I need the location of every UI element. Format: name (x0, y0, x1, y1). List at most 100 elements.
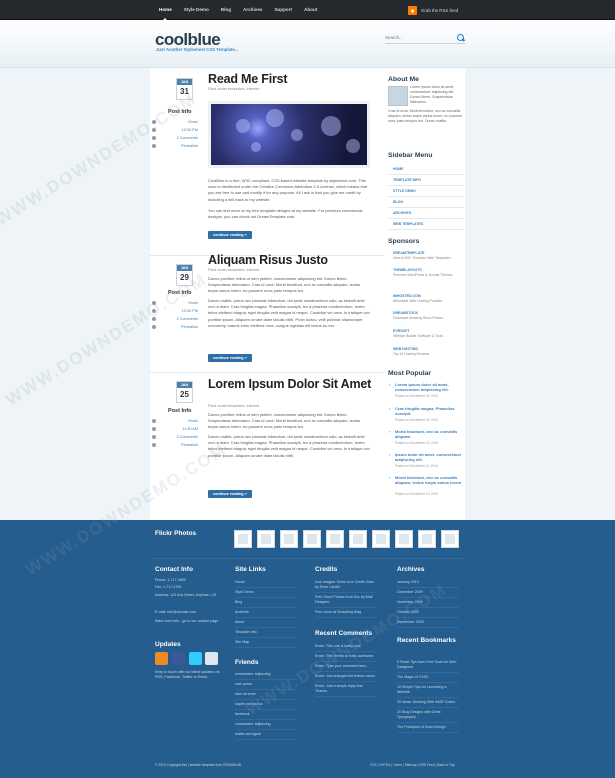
search-icon[interactable] (457, 33, 465, 42)
post-info-title: Post Info (168, 408, 192, 414)
user-icon (152, 419, 156, 423)
continue-reading-button[interactable]: continue reading » (208, 354, 252, 362)
sidebar-menu-item[interactable]: STYLE DEMO (388, 186, 464, 197)
flickr-thumbnail[interactable] (280, 530, 298, 548)
popular-post-date: Posted on December 22, 2010 (395, 394, 439, 398)
popular-post-link[interactable]: Morbi tincidunt, orci ac convallis aliqu… (388, 475, 464, 485)
comment-item[interactable]: Erwin: Just a simple reply test. Thanks. (315, 682, 377, 697)
contact-more[interactable]: Want more info - go to our contact page (155, 619, 220, 624)
post-permalink[interactable]: Permalink (152, 144, 198, 148)
post-author[interactable]: Erwin (152, 419, 198, 423)
friend-link[interactable]: nam sit amet (235, 690, 297, 700)
credit-item[interactable]: Free Icons at Smashing Mag (315, 608, 377, 618)
sidebar-menu-item[interactable]: TEMPLATE INFO (388, 175, 464, 186)
post-permalink[interactable]: Permalink (152, 443, 198, 447)
comment-item[interactable]: Erwin: Just changed the theme colors. (315, 672, 377, 682)
flickr-thumbnail[interactable] (372, 530, 390, 548)
post-comments[interactable]: 2 Comments (152, 136, 198, 140)
email-icon[interactable] (205, 652, 218, 665)
rss-link[interactable]: ◉ Grab the RSS feed (408, 6, 458, 15)
nav-support[interactable]: Support (268, 0, 298, 20)
post-author[interactable]: Erwin (152, 120, 198, 124)
archive-link[interactable]: November 2009 (397, 598, 459, 608)
copyright: © 2010 Copyright Info | website template… (155, 763, 242, 767)
bookmark-link[interactable]: 10 Simple Tips for Launching a Website (397, 683, 459, 698)
continue-reading-button[interactable]: continue reading » (208, 231, 252, 239)
footer-link[interactable]: Home (235, 578, 297, 588)
footer-link[interactable]: Blog (235, 598, 297, 608)
nav-archives[interactable]: Archives (237, 0, 268, 20)
friend-link[interactable]: facebook (235, 710, 297, 720)
rss-icon[interactable] (155, 652, 168, 665)
footer-link[interactable]: Style Demo (235, 588, 297, 598)
comment-item[interactable]: Erwin: Type your comment here... (315, 662, 377, 672)
nav-home[interactable]: Home (153, 0, 178, 21)
sponsor-link[interactable]: WEB HOSTING (393, 347, 418, 351)
flickr-thumbnail[interactable] (418, 530, 436, 548)
photo-placeholder (330, 534, 340, 544)
flickr-thumbnail[interactable] (257, 530, 275, 548)
friend-link[interactable]: nam purus (235, 680, 297, 690)
facebook-icon[interactable] (172, 652, 185, 665)
bookmark-link[interactable]: 5 Reset Tips from Free Tools for Web Des… (397, 658, 459, 673)
archive-link[interactable]: January 2010 (397, 578, 459, 588)
post-permalink[interactable]: Permalink (152, 325, 198, 329)
sponsor-link[interactable]: EVRSOFT (393, 329, 410, 333)
friend-link[interactable]: consectetur adipiscing (235, 670, 297, 680)
contact-title: Contact Info (155, 566, 193, 573)
site-header: coolblue Just Another Stylesheet CSS Tem… (0, 20, 615, 68)
sponsor-link[interactable]: THEMELAYOUTS (393, 268, 422, 272)
archive-link[interactable]: October 2009 (397, 608, 459, 618)
flickr-thumbnail[interactable] (326, 530, 344, 548)
sponsor-desc: Top 10 Hosting Reviews (393, 352, 430, 356)
nav-about[interactable]: About (298, 0, 323, 20)
popular-post-link[interactable]: Morbi tincidunt, orci ac convallis aliqu… (388, 429, 464, 439)
bottom-links[interactable]: CSS | XHTML | Home | Sitemap | RSS Feed … (370, 763, 455, 767)
flickr-thumbnail[interactable] (303, 530, 321, 548)
sidebar-menu-item[interactable]: HOME (388, 164, 464, 175)
nav-style-demo[interactable]: Style Demo (178, 0, 215, 20)
popular-post-link[interactable]: Ipsum dolor sit amet, consectetuer adipi… (388, 452, 464, 462)
credit-item[interactable]: Icon Images: Some Icon Credit Goes by Se… (315, 578, 377, 593)
bookmark-link[interactable]: The Magic of CSS3 (397, 673, 459, 683)
bookmark-link[interactable]: The Principles of Good Design (397, 723, 459, 733)
footer-link[interactable]: Site Map (235, 638, 297, 648)
credit-item[interactable]: Free Stock Photos from Sxc by Wall Desig… (315, 593, 377, 608)
sidebar-menu-item[interactable]: WEB TEMPLATES (388, 219, 464, 230)
bookmark-link[interactable]: 20 Blog Designs with Great Typography (397, 708, 459, 723)
post-title[interactable]: Read Me First (208, 73, 378, 86)
post-author[interactable]: Erwin (152, 301, 198, 305)
footer-link[interactable]: Template Info (235, 628, 297, 638)
popular-post-link[interactable]: Cras fringilla magna. Phasellus suscipit… (388, 406, 464, 416)
friend-link[interactable]: consectetur adipiscing (235, 720, 297, 730)
post-title[interactable]: Aliquam Risus Justo (208, 254, 378, 267)
flickr-thumbnail[interactable] (395, 530, 413, 548)
footer-link[interactable]: About (235, 618, 297, 628)
flickr-thumbnail[interactable] (234, 530, 252, 548)
friend-link[interactable]: mattis sed ligula (235, 730, 297, 740)
post-comments[interactable]: 2 Comments (152, 317, 198, 321)
nav-blog[interactable]: Blog (215, 0, 237, 20)
continue-reading-button[interactable]: continue reading » (208, 490, 252, 498)
flickr-thumbnail[interactable] (349, 530, 367, 548)
sponsor-link[interactable]: IMHOSTED.COM (393, 294, 421, 298)
search-input[interactable] (385, 35, 445, 40)
post-comments[interactable]: 2 Comments (152, 435, 198, 439)
popular-post-link[interactable]: Lorem ipsum dolor sit amet, consectetuer… (388, 382, 464, 392)
sidebar-menu-item[interactable]: ARCHIVES (388, 208, 464, 219)
comment-item[interactable]: Erwin: This theme is really awesome. (315, 652, 377, 662)
sponsor-link[interactable]: DREAMTEMPLATE (393, 251, 424, 255)
twitter-icon[interactable] (189, 652, 202, 665)
flickr-thumbnail[interactable] (441, 530, 459, 548)
bookmark-link[interactable]: 39 Ideas: Working With IMAP Codes (397, 698, 459, 708)
archive-link[interactable]: September 2009 (397, 618, 459, 628)
comment-item[interactable]: Erwin: This one is really cool. (315, 642, 377, 652)
post-paragraph: Donec porttitor, tellus ut sem pellent, … (208, 412, 361, 430)
friend-link[interactable]: sapien sed purus (235, 700, 297, 710)
sponsor-link[interactable]: DREAMSTOCK (393, 311, 418, 315)
contact-email[interactable]: E-mail: info@domain.com (155, 610, 220, 615)
sidebar-menu-item[interactable]: BLOG (388, 197, 464, 208)
archive-link[interactable]: December 2009 (397, 588, 459, 598)
footer-link[interactable]: Archives (235, 608, 297, 618)
post-title[interactable]: Lorem Ipsum Dolor Sit Amet (208, 378, 378, 391)
